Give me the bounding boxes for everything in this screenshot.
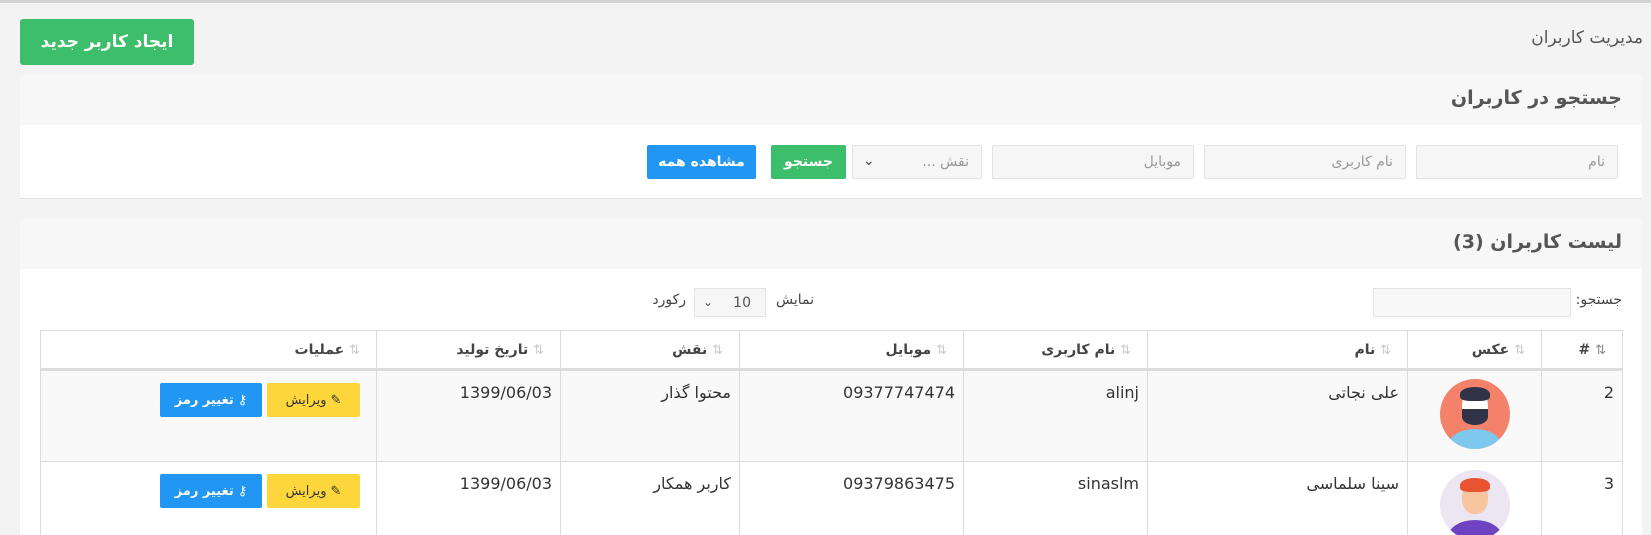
- search-panel-title: جستجو در کاربران: [1450, 87, 1622, 109]
- cell-name: سینا سلماسی: [1147, 461, 1408, 535]
- cell-photo: [1407, 461, 1542, 535]
- list-panel-title: لیست کاربران (3): [1453, 231, 1622, 253]
- sort-icon: ⇅: [1380, 342, 1391, 358]
- column-header-id[interactable]: ⇅ #: [1541, 330, 1623, 371]
- chevron-down-icon: ⌄: [863, 153, 875, 169]
- username-input[interactable]: نام کاربری: [1204, 145, 1406, 179]
- search-panel-header: جستجو در کاربران: [20, 75, 1642, 125]
- sort-icon: ⇅: [1514, 342, 1525, 358]
- column-header-created[interactable]: ⇅ تاریخ تولید: [376, 330, 561, 371]
- name-input[interactable]: نام: [1416, 145, 1618, 179]
- length-show-label: نمایش: [775, 292, 814, 308]
- sort-icon: ⇅: [936, 342, 947, 358]
- change-password-button[interactable]: ⚷ تغییر رمز: [160, 474, 262, 508]
- key-icon: ⚷: [237, 392, 248, 408]
- page-length-value: 10: [733, 295, 751, 311]
- search-button[interactable]: جستجو: [771, 145, 846, 179]
- edit-button[interactable]: ✎ ویرایش: [267, 474, 360, 508]
- cell-id: 2: [1541, 369, 1623, 462]
- column-header-role[interactable]: ⇅ نقش: [560, 330, 740, 371]
- table-row: 3 سینا سلماسی sinaslm 09379863475 کاربر …: [40, 461, 1623, 535]
- page-length-select[interactable]: 10 ⌄: [694, 288, 766, 317]
- cell-username: sinaslm: [963, 461, 1148, 535]
- edit-icon: ✎: [330, 392, 342, 408]
- sort-icon: ⇅: [712, 342, 723, 358]
- man-beard-avatar: [1439, 379, 1510, 449]
- cell-actions: ✎ ویرایش ⚷ تغییر رمز: [40, 461, 377, 535]
- column-header-username[interactable]: ⇅ نام کاربری: [963, 330, 1148, 371]
- edit-icon: ✎: [330, 483, 342, 499]
- search-panel: جستجو در کاربران نام نام کاربری موبایل ن…: [20, 75, 1642, 199]
- sort-icon: ⇅: [1595, 342, 1606, 358]
- users-list-panel: لیست کاربران (3) جستجو: نمایش 10 ⌄ رکورد…: [20, 219, 1642, 535]
- edit-button[interactable]: ✎ ویرایش: [267, 383, 360, 417]
- change-password-button[interactable]: ⚷ تغییر رمز: [160, 383, 262, 417]
- table-row: 2 علی نجاتی alinj 09377747474 محتوا گذار…: [40, 369, 1623, 462]
- list-panel-header: لیست کاربران (3): [20, 219, 1642, 269]
- cell-mobile: 09379863475: [739, 461, 964, 535]
- role-select[interactable]: نقش ... ⌄: [852, 145, 982, 179]
- key-icon: ⚷: [237, 483, 248, 499]
- create-user-button[interactable]: ایجاد کاربر جدید: [20, 19, 194, 65]
- cell-username: alinj: [963, 369, 1148, 462]
- cell-role: محتوا گذار: [560, 369, 740, 462]
- cell-role: کاربر همکار: [560, 461, 740, 535]
- length-records-label: رکورد: [652, 292, 686, 308]
- mobile-input[interactable]: موبایل: [992, 145, 1194, 179]
- chevron-down-icon: ⌄: [703, 295, 714, 309]
- cell-created: 1399/06/03: [376, 461, 561, 535]
- boy-redhair-avatar: [1439, 470, 1510, 535]
- cell-name: علی نجاتی: [1147, 369, 1408, 462]
- cell-actions: ✎ ویرایش ⚷ تغییر رمز: [40, 369, 377, 462]
- column-header-mobile[interactable]: ⇅ موبایل: [739, 330, 964, 371]
- page-title: مدیریت کاربران: [1531, 28, 1643, 48]
- cell-created: 1399/06/03: [376, 369, 561, 462]
- sort-icon: ⇅: [1120, 342, 1131, 358]
- column-header-photo[interactable]: ⇅ عکس: [1407, 330, 1542, 371]
- column-header-name[interactable]: ⇅ نام: [1147, 330, 1408, 371]
- cell-mobile: 09377747474: [739, 369, 964, 462]
- sort-icon: ⇅: [533, 342, 544, 358]
- show-all-button[interactable]: مشاهده همه: [647, 145, 756, 179]
- top-shadow: [0, 0, 1651, 3]
- cell-photo: [1407, 369, 1542, 462]
- users-table: ⇅ # ⇅ عکس ⇅ نام ⇅ نام کاربری ⇅ موبایل ⇅ …: [40, 330, 1623, 535]
- sort-icon: ⇅: [349, 342, 360, 358]
- role-select-value: نقش ...: [922, 154, 969, 170]
- table-header-row: ⇅ # ⇅ عکس ⇅ نام ⇅ نام کاربری ⇅ موبایل ⇅ …: [40, 330, 1623, 371]
- cell-id: 3: [1541, 461, 1623, 535]
- table-search-input[interactable]: [1373, 288, 1571, 317]
- table-search-label: جستجو:: [1575, 292, 1622, 308]
- column-header-actions[interactable]: ⇅ عملیات: [40, 330, 377, 371]
